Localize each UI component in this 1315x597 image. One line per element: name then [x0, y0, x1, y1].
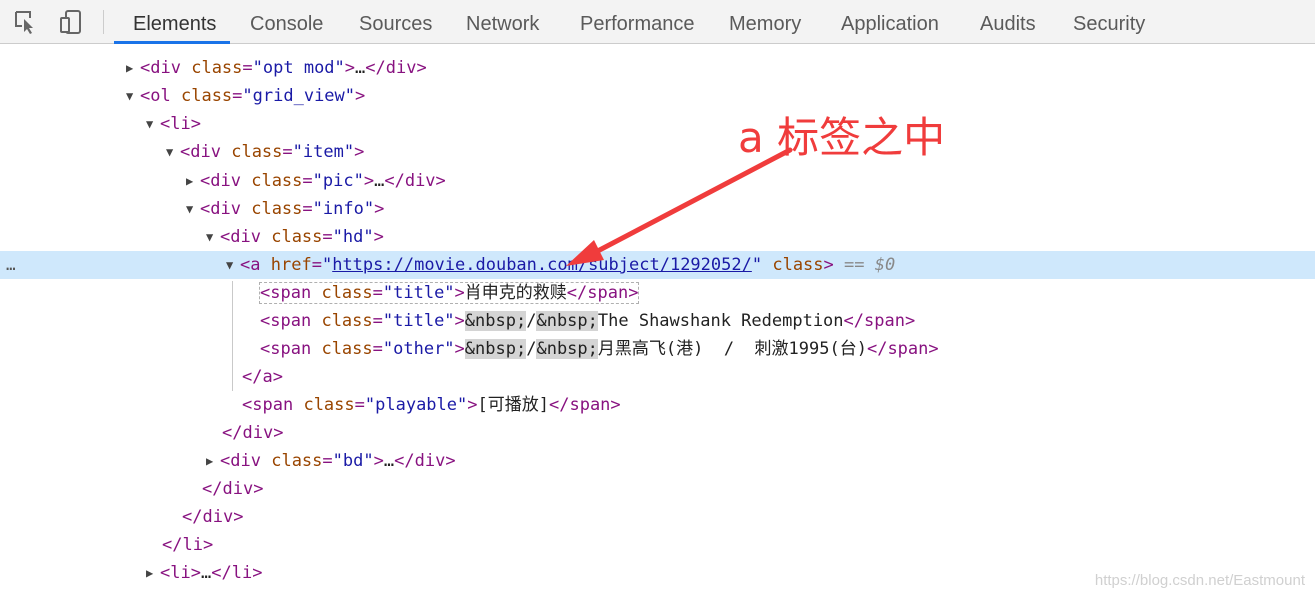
tree-row[interactable]: <span class="other">&nbsp;/&nbsp;月黑高飞(港)…	[0, 335, 1315, 363]
tab-elements[interactable]: Elements	[133, 0, 216, 44]
tree-row[interactable]: ▶ <div class="bd">…</div>	[0, 447, 1315, 475]
more-options-icon[interactable]: …	[6, 251, 16, 279]
tab-console[interactable]: Console	[250, 0, 323, 44]
tree-row[interactable]: </a>	[0, 363, 1315, 391]
collapse-arrow-icon[interactable]: ▼	[226, 251, 240, 279]
watermark: https://blog.csdn.net/Eastmount	[1094, 572, 1305, 589]
tree-row[interactable]: ▼ <ol class="grid_view">	[0, 82, 1315, 110]
device-toggle-icon[interactable]	[58, 8, 86, 36]
tree-row[interactable]: ▶ <div class="pic">…</div>	[0, 167, 1315, 195]
tree-row[interactable]: ▼ <div class="item">	[0, 138, 1315, 166]
tab-performance[interactable]: Performance	[580, 0, 695, 44]
tree-row[interactable]: ▼ <li>	[0, 110, 1315, 138]
devtools-toolbar: Elements Console Sources Network Perform…	[0, 0, 1315, 44]
tree-row[interactable]: ▼ <div class="info">	[0, 195, 1315, 223]
expand-arrow-icon[interactable]: ▶	[186, 167, 200, 195]
tab-sources[interactable]: Sources	[359, 0, 432, 44]
annotation-label: a 标签之中	[738, 113, 946, 162]
collapsed-ellipsis[interactable]: …	[355, 58, 365, 78]
hovered-node[interactable]: <span class="title">肖申克的救赎</span>	[258, 282, 640, 304]
tree-row[interactable]: </div>	[0, 475, 1315, 503]
collapse-arrow-icon[interactable]: ▼	[146, 110, 160, 138]
expand-arrow-icon[interactable]: ▶	[206, 447, 220, 475]
tree-row[interactable]: ▶ <div class="opt mod">…</div>	[0, 54, 1315, 82]
tree-row[interactable]: </div>	[0, 503, 1315, 531]
tree-row[interactable]: </li>	[0, 531, 1315, 559]
collapse-arrow-icon[interactable]: ▼	[206, 223, 220, 251]
tab-security[interactable]: Security	[1073, 0, 1145, 44]
collapse-arrow-icon[interactable]: ▼	[166, 138, 180, 166]
tree-row[interactable]: <span class="title">&nbsp;/&nbsp;The Sha…	[0, 307, 1315, 335]
tree-row[interactable]: </div>	[0, 419, 1315, 447]
tab-network[interactable]: Network	[466, 0, 539, 44]
tab-memory[interactable]: Memory	[729, 0, 801, 44]
expand-arrow-icon[interactable]: ▶	[146, 559, 160, 587]
tab-application[interactable]: Application	[841, 0, 939, 44]
tree-row[interactable]: ▼ <div class="hd">	[0, 223, 1315, 251]
toolbar-divider	[103, 10, 104, 34]
tree-row[interactable]: <span class="title">肖申克的救赎</span>	[0, 279, 1315, 307]
collapse-arrow-icon[interactable]: ▼	[186, 195, 200, 223]
collapsed-ellipsis[interactable]: …	[374, 171, 384, 191]
tab-audits[interactable]: Audits	[980, 0, 1036, 44]
expand-arrow-icon[interactable]: ▶	[126, 54, 140, 82]
collapsed-ellipsis[interactable]: …	[384, 451, 394, 471]
href-link[interactable]: https://movie.douban.com/subject/1292052…	[332, 255, 752, 275]
tree-row[interactable]: <span class="playable">[可播放]</span>	[0, 391, 1315, 419]
inspect-element-icon[interactable]	[12, 8, 40, 36]
collapsed-ellipsis[interactable]: …	[201, 563, 211, 583]
tree-row-selected[interactable]: … ▼ <a href="https://movie.douban.com/sub…	[0, 251, 1315, 279]
elements-dom-tree: ▶ <div class="opt mod">…</div> ▼ <ol class…	[0, 44, 1315, 597]
collapse-arrow-icon[interactable]: ▼	[126, 82, 140, 110]
console-reference: == $0	[844, 255, 896, 275]
